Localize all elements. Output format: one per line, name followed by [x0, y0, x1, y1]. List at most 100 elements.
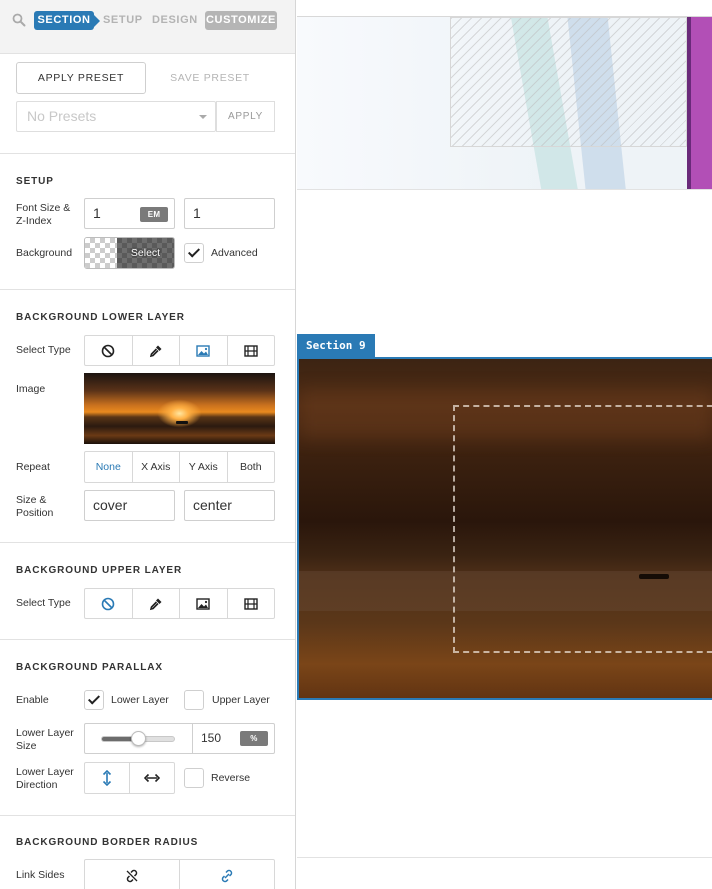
- lower-layer-parallax-checkbox[interactable]: [84, 690, 104, 710]
- size-position-label: Size & Position: [16, 494, 54, 519]
- unlink-option[interactable]: [85, 860, 180, 889]
- repeat-option-none[interactable]: None: [85, 452, 133, 482]
- type-none-option[interactable]: [85, 589, 133, 618]
- link-option[interactable]: [180, 860, 274, 889]
- boat-silhouette: [176, 421, 188, 424]
- upper-layer-heading: BACKGROUND UPPER LAYER: [16, 565, 183, 576]
- chevron-down-icon: [199, 115, 207, 119]
- advanced-checkbox[interactable]: [184, 243, 204, 263]
- z-index-input[interactable]: 1: [184, 198, 275, 229]
- lower-layer-size-label: Lower Layer Size: [16, 727, 74, 752]
- divider: [0, 542, 295, 543]
- apply-preset-small-button[interactable]: APPLY: [216, 101, 275, 132]
- upper-layer-parallax-checkbox[interactable]: [184, 690, 204, 710]
- repeat-selector: None X Axis Y Axis Both: [84, 451, 275, 483]
- parallax-direction-selector: [84, 762, 175, 794]
- font-size-input[interactable]: 1 EM: [84, 198, 175, 229]
- type-image-option[interactable]: [180, 336, 228, 365]
- slider-handle[interactable]: [131, 731, 146, 746]
- direction-horizontal-option[interactable]: [130, 763, 174, 793]
- transparent-swatch: [85, 238, 117, 268]
- font-size-z-index-label: Font Size & Z-Index: [16, 202, 71, 227]
- lower-layer-parallax-label: Lower Layer: [111, 694, 169, 706]
- background-size-input[interactable]: cover: [84, 490, 175, 521]
- enable-label: Enable: [16, 694, 49, 706]
- link-sides-selector: [84, 859, 275, 889]
- image-icon: [196, 597, 210, 610]
- parallax-size-control: 150 %: [84, 723, 275, 754]
- checkmark-icon: [187, 245, 201, 258]
- arrows-horizontal-icon: [144, 773, 160, 783]
- content-drop-zone[interactable]: [453, 405, 712, 653]
- divider: [0, 639, 295, 640]
- divider: [192, 724, 193, 753]
- tab-design[interactable]: DESIGN: [152, 11, 198, 30]
- film-icon: [244, 344, 258, 357]
- type-video-option[interactable]: [228, 336, 275, 365]
- type-image-option[interactable]: [180, 589, 228, 618]
- divider: [0, 153, 295, 154]
- search-icon[interactable]: [12, 13, 26, 27]
- divider: [297, 857, 712, 858]
- font-size-unit-button[interactable]: EM: [140, 207, 168, 222]
- divider: [0, 815, 295, 816]
- arrows-vertical-icon: [102, 770, 112, 786]
- font-size-value: 1: [93, 205, 101, 221]
- type-video-option[interactable]: [228, 589, 275, 618]
- border-radius-heading: BACKGROUND BORDER RADIUS: [16, 837, 199, 848]
- setup-heading: SETUP: [16, 176, 54, 187]
- preset-select[interactable]: No Presets: [16, 101, 216, 132]
- settings-panel: SECTION SETUP DESIGN CUSTOMIZE APPLY PRE…: [0, 0, 296, 889]
- save-preset-button[interactable]: SAVE PRESET: [146, 62, 274, 94]
- lower-layer-direction-label: Lower Layer Direction: [16, 766, 74, 791]
- repeat-option-both[interactable]: Both: [228, 452, 275, 482]
- advanced-label: Advanced: [211, 247, 258, 259]
- background-color-picker[interactable]: Select: [84, 237, 175, 269]
- type-color-option[interactable]: [133, 336, 180, 365]
- link-sides-label: Link Sides: [16, 869, 65, 881]
- reverse-label: Reverse: [211, 772, 251, 784]
- parallax-size-unit-button[interactable]: %: [240, 731, 268, 746]
- background-image-thumbnail[interactable]: [84, 373, 275, 444]
- hatched-placeholder-area: [450, 17, 687, 147]
- type-color-option[interactable]: [133, 589, 180, 618]
- previous-section-preview[interactable]: [297, 16, 712, 190]
- lower-layer-heading: BACKGROUND LOWER LAYER: [16, 312, 185, 323]
- lower-select-type-label: Select Type: [16, 344, 71, 356]
- background-select-button[interactable]: Select: [117, 238, 174, 268]
- ban-icon: [101, 597, 115, 610]
- reverse-checkbox[interactable]: [184, 768, 204, 788]
- repeat-option-y-axis[interactable]: Y Axis: [180, 452, 228, 482]
- film-icon: [244, 597, 258, 610]
- upper-select-type-label: Select Type: [16, 597, 71, 609]
- background-label: Background: [16, 247, 73, 259]
- lower-type-selector: [84, 335, 275, 366]
- link-icon: [221, 869, 233, 883]
- image-label: Image: [16, 383, 46, 395]
- tab-customize[interactable]: CUSTOMIZE: [205, 11, 277, 30]
- panel-top-bar: SECTION SETUP DESIGN CUSTOMIZE: [0, 0, 295, 54]
- divider: [0, 289, 295, 290]
- section-label-tag[interactable]: Section 9: [297, 334, 375, 357]
- parallax-heading: BACKGROUND PARALLAX: [16, 662, 163, 673]
- checkmark-icon: [87, 692, 101, 705]
- tab-section[interactable]: SECTION: [34, 11, 100, 30]
- unlink-icon: [126, 869, 138, 883]
- eyedropper-icon: [149, 598, 162, 610]
- apply-preset-button[interactable]: APPLY PRESET: [16, 62, 146, 94]
- preset-select-value: No Presets: [27, 108, 97, 124]
- section-9-preview[interactable]: [297, 357, 712, 700]
- type-none-option[interactable]: [85, 336, 133, 365]
- upper-type-selector: [84, 588, 275, 619]
- purple-accent-bar: [687, 17, 712, 189]
- tab-setup[interactable]: SETUP: [103, 11, 143, 30]
- parallax-size-value[interactable]: 150: [201, 724, 221, 753]
- repeat-label: Repeat: [16, 461, 50, 473]
- repeat-option-x-axis[interactable]: X Axis: [133, 452, 180, 482]
- eyedropper-icon: [149, 345, 162, 357]
- page-canvas: Section 9: [297, 0, 712, 889]
- image-icon: [196, 344, 210, 357]
- background-position-input[interactable]: center: [184, 490, 275, 521]
- direction-vertical-option[interactable]: [85, 763, 130, 793]
- upper-layer-parallax-label: Upper Layer: [212, 694, 270, 706]
